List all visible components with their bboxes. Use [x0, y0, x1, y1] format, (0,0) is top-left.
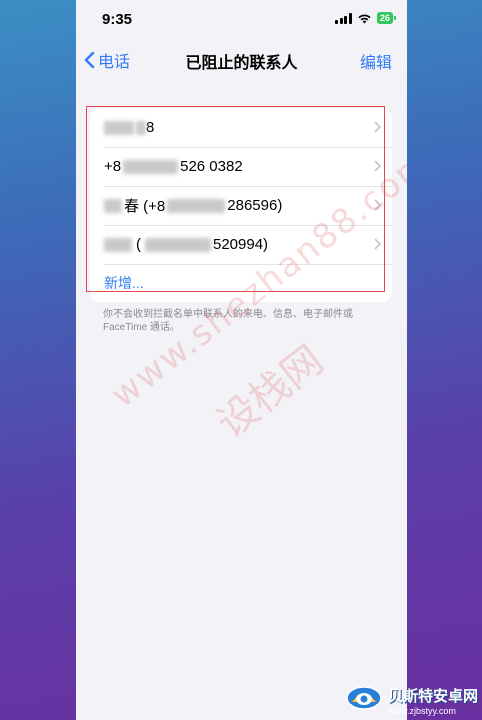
edit-button[interactable]: 编辑 — [360, 49, 392, 73]
brand-name: 贝斯特安卓网 — [387, 686, 478, 705]
wifi-icon — [358, 14, 371, 23]
status-time: 9:35 — [102, 11, 133, 28]
brand-logo: 贝斯特安卓网 www.zjbstyy.com — [345, 684, 478, 716]
status-icons: 26 — [335, 12, 397, 24]
nav-bar: 电话 已阻止的联系人 编辑 — [76, 40, 407, 80]
signal-icon — [335, 12, 352, 24]
brand-text: 贝斯特安卓网 www.zjbstyy.com — [388, 685, 478, 716]
brand-logo-icon — [346, 686, 382, 710]
phone-screen: 9:35 26 电话 已阻止的联系人 编辑 8 +8 526 0382 春 (+… — [76, 0, 407, 720]
battery-icon: 26 — [376, 12, 397, 24]
watermark-cn: 设栈网 — [209, 337, 332, 447]
brand-url: www.zjbstyy.com — [387, 705, 456, 716]
page-title: 已阻止的联系人 — [185, 55, 298, 72]
status-bar: 9:35 26 — [76, 0, 407, 40]
